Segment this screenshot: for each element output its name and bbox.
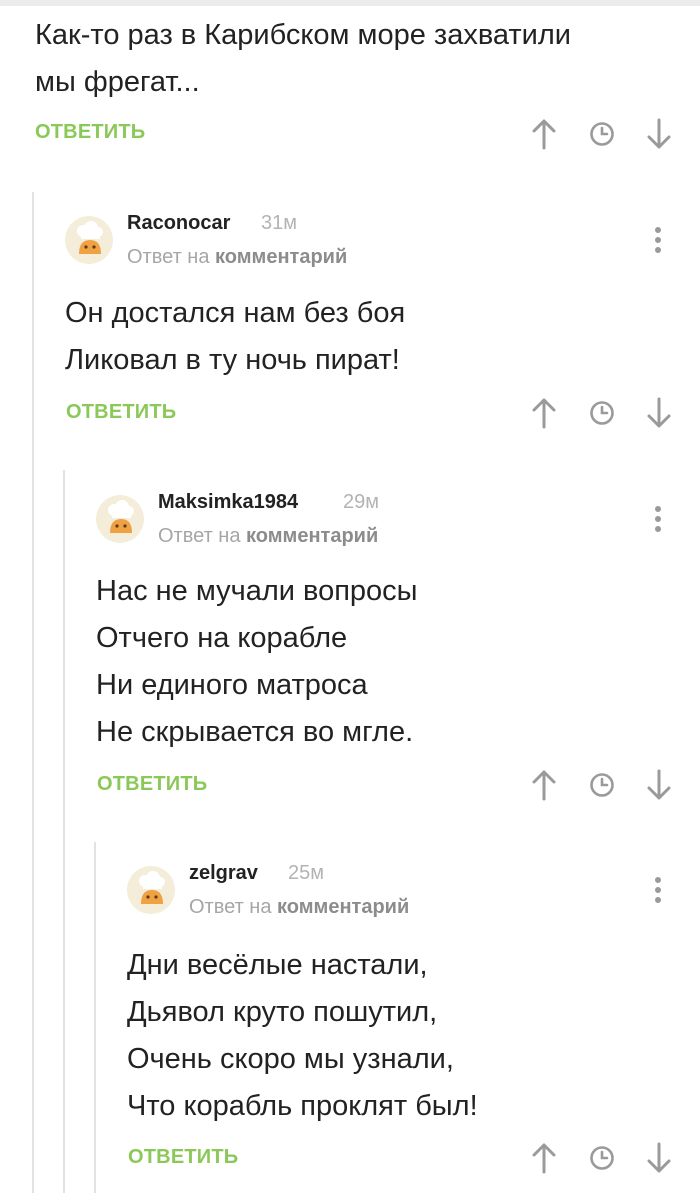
avatar[interactable] xyxy=(96,495,144,543)
clock-icon xyxy=(590,401,614,425)
reply-button[interactable]: ОТВЕТИТЬ xyxy=(66,401,176,424)
top-edge-divider xyxy=(0,0,700,6)
thread-line-level-1 xyxy=(32,192,34,1193)
arrow-down-icon xyxy=(647,397,671,428)
comment-actions xyxy=(524,391,700,435)
root-comment-text: Как-то раз в Карибском море захватили мы… xyxy=(35,19,572,98)
chef-hat-avatar-icon xyxy=(108,500,134,533)
reply-to-info: Ответ на комментарий xyxy=(158,525,378,548)
downvote-button[interactable] xyxy=(639,391,679,435)
more-vertical-icon-dot xyxy=(655,887,661,893)
comment-timestamp: 29м xyxy=(343,491,379,513)
more-vertical-icon-dot xyxy=(655,877,661,883)
upvote-button[interactable] xyxy=(524,763,564,807)
downvote-button[interactable] xyxy=(639,763,679,807)
downvote-button[interactable] xyxy=(639,1136,679,1180)
comment-timestamp: 25м xyxy=(288,862,324,884)
reply-to-prefix: Ответ на xyxy=(127,246,210,268)
reply-to-prefix: Ответ на xyxy=(158,525,241,547)
comment-actions xyxy=(524,763,700,807)
arrow-up-icon xyxy=(532,770,556,801)
arrow-down-icon xyxy=(647,118,671,149)
avatar[interactable] xyxy=(127,866,175,914)
chef-hat-avatar-icon xyxy=(139,871,165,904)
avatar[interactable] xyxy=(65,216,113,264)
reply-to-link[interactable]: комментарий xyxy=(215,246,347,268)
reply-to-link[interactable]: комментарий xyxy=(246,525,378,547)
thread-line-level-2 xyxy=(63,470,65,1193)
upvote-button[interactable] xyxy=(524,391,564,435)
reply-to-info: Ответ на комментарий xyxy=(127,246,347,269)
reply-button[interactable]: ОТВЕТИТЬ xyxy=(35,121,145,144)
comment-author[interactable]: zelgrav xyxy=(189,862,258,885)
more-vertical-icon-dot xyxy=(655,526,661,532)
reply-button[interactable]: ОТВЕТИТЬ xyxy=(97,773,207,796)
reply-to-link[interactable]: комментарий xyxy=(277,896,409,918)
more-vertical-icon-dot xyxy=(655,227,661,233)
comment-menu-button[interactable] xyxy=(648,220,668,260)
more-vertical-icon-dot xyxy=(655,516,661,522)
comment-text: Он достался нам без боя Ликовал в ту ноч… xyxy=(65,297,406,376)
more-vertical-icon-dot xyxy=(655,506,661,512)
comment-author[interactable]: Raconocar xyxy=(127,212,230,235)
comment-actions xyxy=(524,1136,700,1180)
comment-menu-button[interactable] xyxy=(648,870,668,910)
arrow-down-icon xyxy=(647,1142,671,1173)
thread-line-level-3 xyxy=(94,842,96,1193)
arrow-down-icon xyxy=(647,769,671,800)
upvote-button[interactable] xyxy=(524,112,564,156)
clock-icon xyxy=(590,122,614,146)
upvote-button[interactable] xyxy=(524,1136,564,1180)
reply-to-info: Ответ на комментарий xyxy=(189,896,409,919)
comment-text: Дни весёлые настали, Дьявол круто пошути… xyxy=(127,949,478,1122)
arrow-up-icon xyxy=(532,1143,556,1174)
comment-author[interactable]: Maksimka1984 xyxy=(158,491,298,514)
chef-hat-avatar-icon xyxy=(77,221,103,254)
comment-history-button[interactable] xyxy=(582,112,622,156)
more-vertical-icon-dot xyxy=(655,237,661,243)
more-vertical-icon-dot xyxy=(655,247,661,253)
arrow-up-icon xyxy=(532,119,556,150)
arrow-up-icon xyxy=(532,398,556,429)
comment-history-button[interactable] xyxy=(582,1136,622,1180)
clock-icon xyxy=(590,1146,614,1170)
comment-actions xyxy=(524,112,700,156)
comment-timestamp: 31м xyxy=(261,212,297,234)
reply-button[interactable]: ОТВЕТИТЬ xyxy=(128,1146,238,1169)
clock-icon xyxy=(590,773,614,797)
reply-to-prefix: Ответ на xyxy=(189,896,272,918)
more-vertical-icon-dot xyxy=(655,897,661,903)
comment-text: Нас не мучали вопросы Отчего на корабле … xyxy=(96,575,418,748)
comment-menu-button[interactable] xyxy=(648,499,668,539)
comment-history-button[interactable] xyxy=(582,763,622,807)
comment-history-button[interactable] xyxy=(582,391,622,435)
downvote-button[interactable] xyxy=(639,112,679,156)
